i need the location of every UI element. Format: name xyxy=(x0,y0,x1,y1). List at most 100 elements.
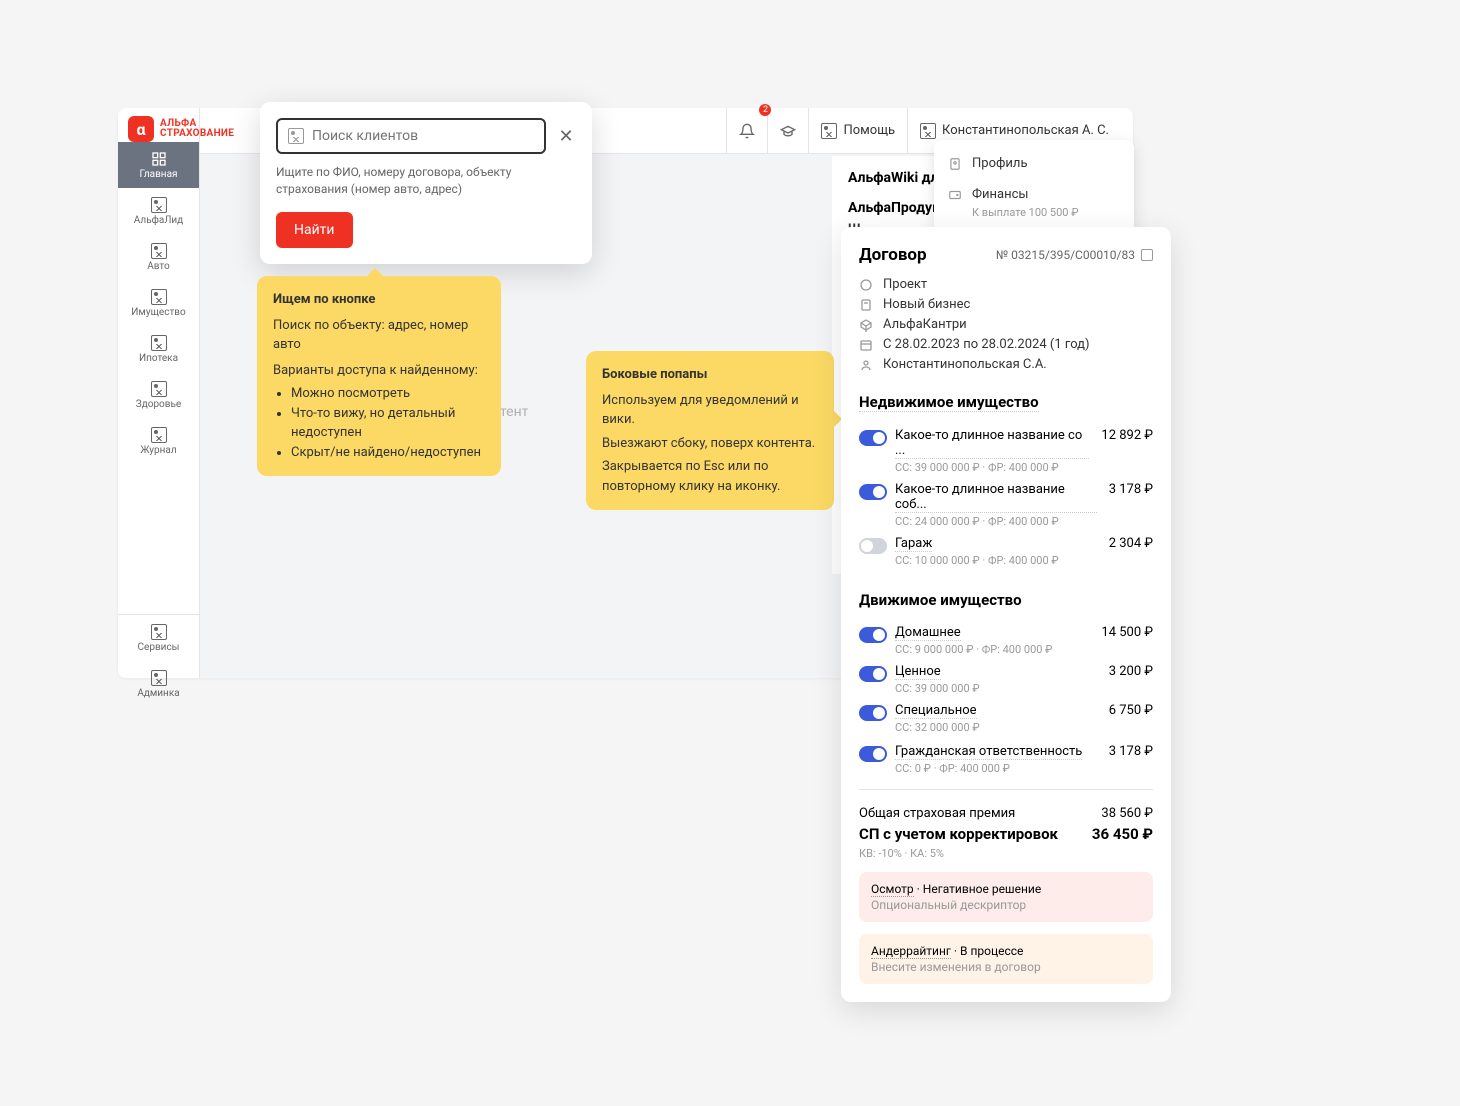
notifications-button[interactable]: 2 xyxy=(726,108,767,154)
help-label: Помощь xyxy=(843,123,895,138)
property-row: Специальное6 750 ₽СС: 32 000 000 ₽ xyxy=(859,703,1153,734)
image-icon xyxy=(151,427,167,443)
contract-meta-row: АльфаКантри xyxy=(859,317,1153,332)
sidebar: Главная АльфаЛид Авто Имущество Ипотека … xyxy=(118,108,200,678)
menu-finance-sub: К выплате 100 500 ₽ xyxy=(934,206,1134,225)
grid-icon xyxy=(151,151,167,167)
tooltip-line: Используем для уведомлений и вики. xyxy=(602,391,818,430)
property-meta: СС: 32 000 000 ₽ xyxy=(895,721,1153,734)
image-icon xyxy=(151,289,167,305)
nav-label: АльфаЛид xyxy=(134,215,183,226)
property-row: Гараж 2 304 ₽ СС: 10 000 000 ₽ · ФР: 400 0… xyxy=(859,536,1153,567)
image-icon xyxy=(151,670,167,686)
image-icon xyxy=(151,335,167,351)
property-row: Какое-то длинное название со ...12 892 ₽… xyxy=(859,428,1153,474)
image-icon xyxy=(151,243,167,259)
menu-profile[interactable]: Профиль xyxy=(934,148,1134,179)
tooltip-bullet: Можно посмотреть xyxy=(291,384,485,404)
property-toggle[interactable] xyxy=(859,430,887,446)
section-immovable: Недвижимое имущество xyxy=(859,393,1039,412)
close-icon[interactable]: ✕ xyxy=(556,126,576,147)
tooltip-search: Ищем по кнопке Поиск по объекту: адрес, … xyxy=(257,276,501,476)
user-icon xyxy=(948,157,962,171)
property-name: Гараж xyxy=(895,536,932,552)
nav-label: Авто xyxy=(147,261,170,272)
property-price: 6 750 ₽ xyxy=(1109,703,1153,719)
status-underwriting[interactable]: Андеррайтинг · В процессе Внесите измене… xyxy=(859,934,1153,984)
tooltip-title: Ищем по кнопке xyxy=(273,290,485,310)
nav-label: Журнал xyxy=(140,445,176,456)
tooltip-line: Выезжают сбоку, поверх контента. xyxy=(602,434,818,454)
tooltip-line: Закрывается по Esc или по повторному кли… xyxy=(602,457,818,496)
contract-title: Договор xyxy=(859,245,927,265)
nav-journal[interactable]: Журнал xyxy=(118,418,199,464)
tooltip-popup: Боковые попапы Используем для уведомлени… xyxy=(586,351,834,510)
image-icon xyxy=(821,123,837,139)
contract-meta-row: Новый бизнес xyxy=(859,297,1153,312)
property-toggle[interactable] xyxy=(859,666,887,682)
graduation-icon xyxy=(780,123,796,139)
nav-main[interactable]: Главная xyxy=(118,142,199,188)
property-row: Ценное 3 200 ₽ СС: 39 000 000 ₽ xyxy=(859,664,1153,695)
status-desc: Опциональный дескриптор xyxy=(871,898,1141,912)
nav-alfalid[interactable]: АльфаЛид xyxy=(118,188,199,234)
user-icon xyxy=(859,358,873,372)
tooltip-line: Поиск по объекту: адрес, номер авто xyxy=(273,316,485,355)
search-hint: Ищите по ФИО, номеру договора, объекту с… xyxy=(276,164,576,198)
property-row: Гражданская ответственность 3 178 ₽ СС: 0 … xyxy=(859,744,1153,775)
user-menu: Профиль Финансы К выплате 100 500 ₽ xyxy=(934,140,1134,233)
user-name: Константинопольская А. С. xyxy=(942,123,1109,138)
nav-label: Ипотека xyxy=(139,353,178,364)
nav-label: Имущество xyxy=(131,307,185,318)
wallet-icon xyxy=(948,188,962,202)
property-meta: СС: 39 000 000 ₽ xyxy=(895,682,1153,695)
nav-label: Админка xyxy=(137,688,179,699)
property-name: Домашнее xyxy=(895,625,961,641)
tooltip-bullet: Скрыт/не найдено/недоступен xyxy=(291,443,485,463)
property-toggle[interactable] xyxy=(859,705,887,721)
nav-admin[interactable]: Админка xyxy=(118,661,199,707)
property-price: 14 500 ₽ xyxy=(1101,625,1153,641)
total-label: Общая страховая премия xyxy=(859,806,1015,821)
tooltip-title: Боковые попапы xyxy=(602,365,818,385)
copy-icon[interactable] xyxy=(1141,249,1153,261)
help-button[interactable]: Помощь xyxy=(808,108,907,154)
property-toggle[interactable] xyxy=(859,746,887,762)
menu-label: Финансы xyxy=(972,187,1029,202)
nav-auto[interactable]: Авто xyxy=(118,234,199,280)
property-name: Гражданская ответственность xyxy=(895,744,1082,760)
nav-label: Главная xyxy=(139,169,177,180)
property-price: 2 304 ₽ xyxy=(1109,536,1153,552)
education-button[interactable] xyxy=(767,108,808,154)
status-desc: Внесите изменения в договор xyxy=(871,960,1141,974)
nav-health[interactable]: Здоровье xyxy=(118,372,199,418)
property-name: Какое-то длинное название со ... xyxy=(895,428,1089,459)
total-label: СП с учетом корректировок xyxy=(859,825,1058,843)
property-name: Ценное xyxy=(895,664,941,680)
property-meta: СС: 10 000 000 ₽ · ФР: 400 000 ₽ xyxy=(895,554,1153,567)
contract-meta-row: С 28.02.2023 по 28.02.2024 (1 год) xyxy=(859,337,1153,352)
property-meta: СС: 0 ₽ · ФР: 400 000 ₽ xyxy=(895,762,1153,775)
contract-meta-row: Константинопольская С.А. xyxy=(859,357,1153,372)
logo-text: АЛЬФАСТРАХОВАНИЕ xyxy=(160,119,234,140)
property-toggle[interactable] xyxy=(859,538,887,554)
menu-label: Профиль xyxy=(972,156,1028,171)
property-row: Домашнее14 500 ₽СС: 9 000 000 ₽ · ФР: 40… xyxy=(859,625,1153,656)
nav-services[interactable]: Сервисы xyxy=(118,615,199,661)
nav-mortgage[interactable]: Ипотека xyxy=(118,326,199,372)
image-icon xyxy=(151,624,167,640)
search-field[interactable] xyxy=(312,128,534,144)
logo: α АЛЬФАСТРАХОВАНИЕ xyxy=(128,116,234,142)
image-icon xyxy=(920,123,936,139)
status-inspection[interactable]: Осмотр · Негативное решение Опциональный… xyxy=(859,872,1153,922)
search-input-wrap[interactable] xyxy=(276,118,546,154)
search-button[interactable]: Найти xyxy=(276,212,353,248)
section-movable: Движимое имущество xyxy=(859,591,1022,609)
content-placeholder: тент xyxy=(500,404,528,420)
property-price: 3 200 ₽ xyxy=(1109,664,1153,680)
property-toggle[interactable] xyxy=(859,484,887,500)
property-price: 3 178 ₽ xyxy=(1109,744,1153,760)
nav-property[interactable]: Имущество xyxy=(118,280,199,326)
nav-label: Сервисы xyxy=(138,642,180,653)
property-toggle[interactable] xyxy=(859,627,887,643)
